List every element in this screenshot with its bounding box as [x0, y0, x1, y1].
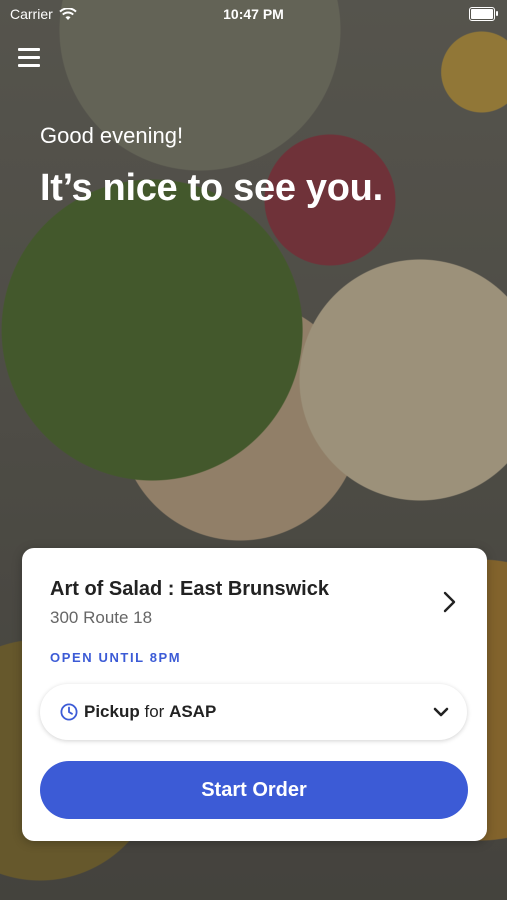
order-mode-text: Pickup for ASAP	[84, 702, 216, 722]
greeting-text: Good evening!	[40, 123, 184, 148]
order-mode-selector[interactable]: Pickup for ASAP	[40, 684, 467, 740]
store-address: 300 Route 18	[50, 608, 153, 627]
menu-icon[interactable]	[18, 48, 42, 68]
battery-icon	[469, 7, 498, 21]
clock-icon	[60, 703, 78, 721]
chevron-down-icon[interactable]	[433, 706, 449, 718]
status-time: 10:47 PM	[223, 6, 284, 22]
status-bar: Carrier 10:47 PM	[0, 0, 507, 28]
order-method: Pickup	[84, 702, 140, 721]
order-time: ASAP	[169, 702, 217, 721]
store-hours: OPEN UNTIL 8PM	[50, 650, 182, 665]
chevron-right-icon[interactable]	[437, 590, 461, 614]
store-name[interactable]: Art of Salad : East Brunswick	[50, 578, 329, 601]
headline-text: It’s nice to see you.	[40, 167, 383, 209]
start-order-button[interactable]: Start Order	[40, 761, 468, 819]
order-connector: for	[144, 702, 165, 721]
store-card: Art of Salad : East Brunswick 300 Route …	[22, 548, 487, 841]
